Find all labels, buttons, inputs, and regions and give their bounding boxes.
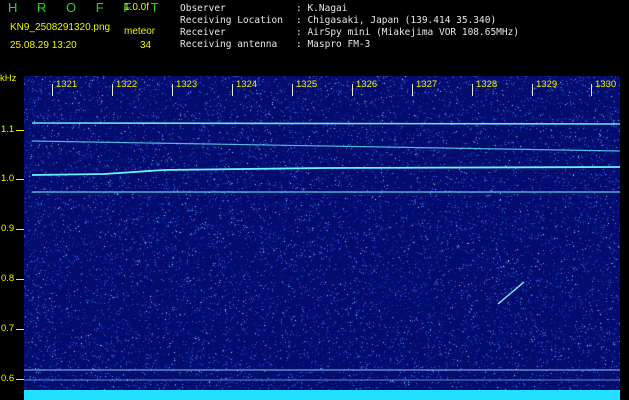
- time-tick-mark: [292, 84, 293, 96]
- frequency-axis: [0, 74, 24, 400]
- y-tick-label: 1.0: [1, 173, 15, 184]
- y-tick-mark: [16, 229, 24, 230]
- signal-traces: [24, 122, 620, 400]
- antenna-value: : Maspro FM-3: [296, 39, 371, 50]
- receiver-label: Receiver: [180, 27, 226, 38]
- y-tick-label: 0.9: [1, 223, 15, 234]
- time-tick-mark: [472, 84, 473, 96]
- y-tick-label: 0.7: [1, 323, 15, 334]
- y-unit-label: kHz: [0, 73, 17, 84]
- y-tick-label: 0.6: [1, 373, 15, 384]
- y-tick-mark: [16, 279, 24, 280]
- carrier-trace: [31, 140, 620, 152]
- y-tick-mark: [16, 379, 24, 380]
- time-tick-label: 1324: [236, 79, 258, 90]
- time-tick-label: 1328: [476, 79, 498, 90]
- observer-value: : K.Nagai: [296, 3, 348, 14]
- y-tick-mark: [16, 329, 24, 330]
- time-tick-label: 1325: [296, 79, 318, 90]
- y-tick-mark: [16, 130, 24, 131]
- spectrogram-plot: [24, 76, 620, 400]
- location-label: Receiving Location: [180, 15, 283, 26]
- time-tick-label: 1323: [176, 79, 198, 90]
- receiver-value: : AirSpy mini (Miakejima VOR 108.65MHz): [296, 27, 520, 38]
- header-panel: H R O F F T 1.0.0f KN9_2508291320.png me…: [0, 0, 629, 74]
- time-tick-mark: [412, 84, 413, 96]
- time-tick-mark: [232, 84, 233, 96]
- mode-label: meteor: [124, 26, 156, 37]
- time-tick-label: 1330: [595, 79, 617, 90]
- time-tick-label: 1326: [356, 79, 378, 90]
- datetime-label: 25.08.29 13:20: [10, 40, 77, 51]
- carrier-trace: [31, 166, 620, 176]
- right-margin: [620, 74, 629, 400]
- time-tick-label: 1322: [116, 79, 138, 90]
- time-tick-mark: [532, 84, 533, 96]
- time-tick-label: 1327: [416, 79, 438, 90]
- time-tick-label: 1321: [56, 79, 78, 90]
- version-label: 1.0.0f: [124, 2, 150, 13]
- y-tick-label: 1.1: [1, 124, 15, 135]
- time-tick-mark: [52, 84, 53, 96]
- time-tick-mark: [112, 84, 113, 96]
- count-label: 34: [140, 40, 152, 51]
- filename-label: KN9_2508291320.png: [10, 22, 111, 33]
- time-tick-mark: [591, 84, 592, 96]
- time-tick-label: 1329: [536, 79, 558, 90]
- y-tick-mark: [16, 179, 24, 180]
- time-tick-mark: [172, 84, 173, 96]
- y-tick-label: 0.8: [1, 273, 15, 284]
- noise-floor-band: [24, 390, 620, 400]
- antenna-label: Receiving antenna: [180, 39, 278, 50]
- meteor-echo: [497, 281, 525, 305]
- carrier-trace: [31, 122, 620, 125]
- location-value: : Chigasaki, Japan (139.414 35.340): [296, 15, 497, 26]
- observer-label: Observer: [180, 3, 226, 14]
- time-tick-mark: [352, 84, 353, 96]
